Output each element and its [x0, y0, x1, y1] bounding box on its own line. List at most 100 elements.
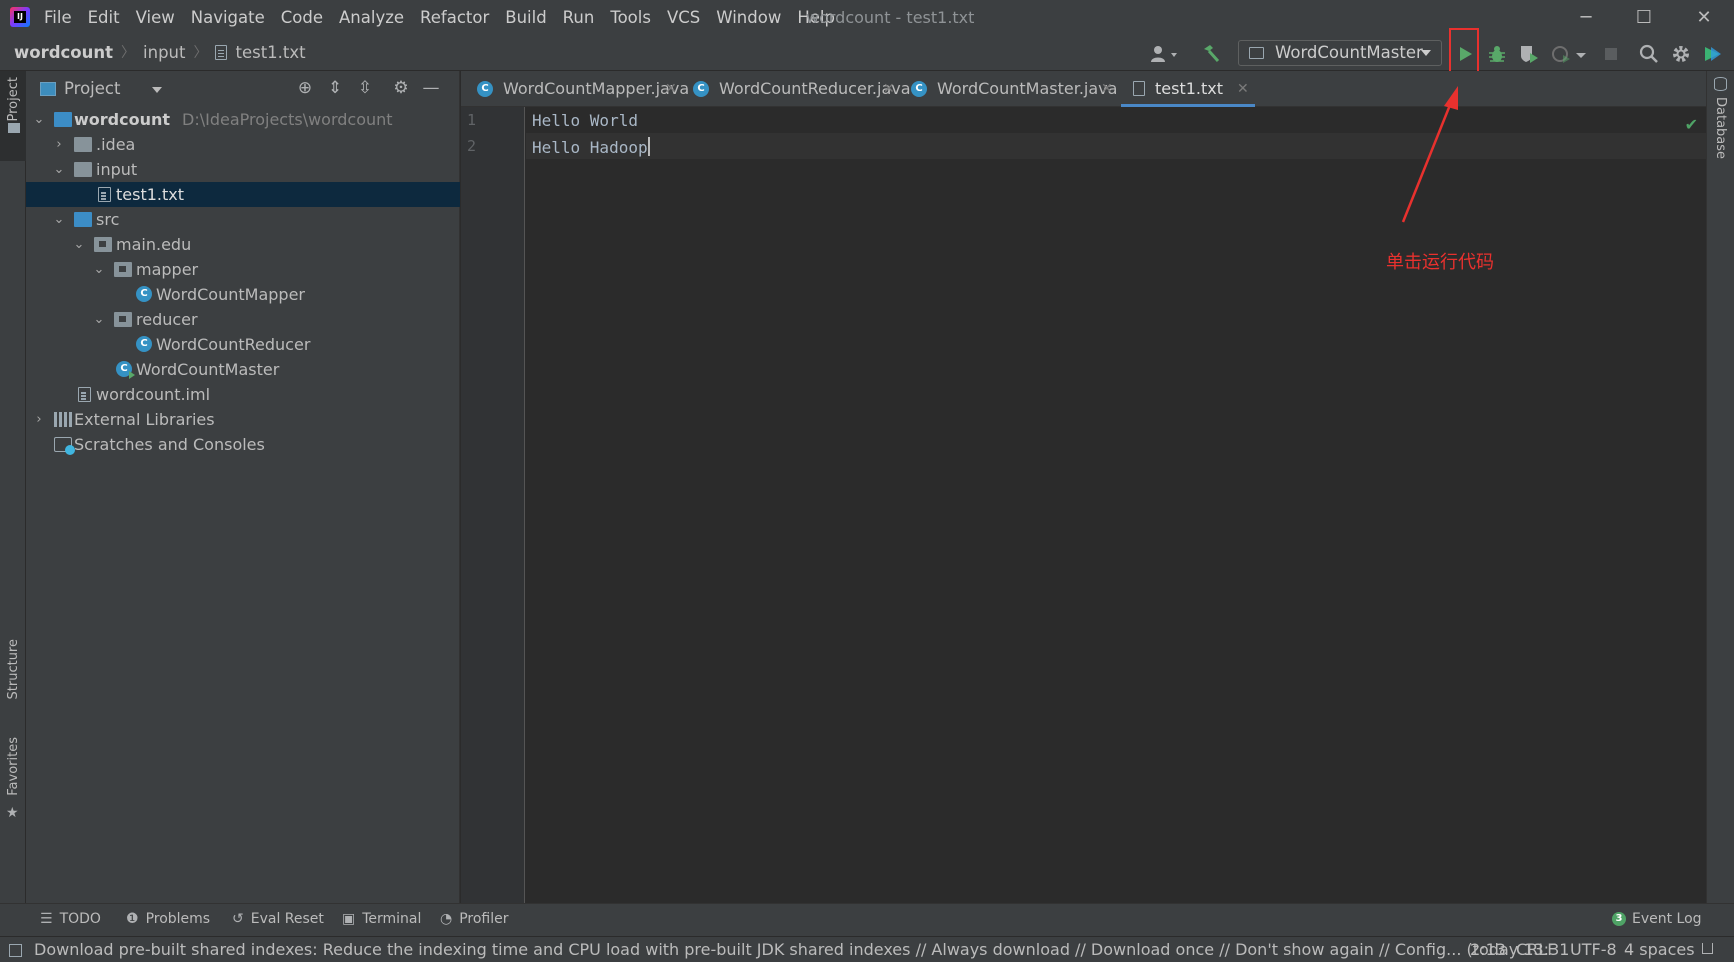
close-tab-icon[interactable]: ✕ — [1101, 71, 1113, 107]
tab-wordcountmaster[interactable]: C WordCountMaster.java ✕ — [905, 71, 1117, 107]
chevron-down-icon[interactable]: ⌄ — [32, 107, 46, 132]
minimize-button[interactable]: ─ — [1566, 4, 1606, 32]
close-window-button[interactable]: ✕ — [1684, 4, 1724, 32]
tree-node-project-root[interactable]: ⌄ wordcount D:\IdeaProjects\wordcount — [26, 107, 460, 132]
line-separator[interactable]: CRLF — [1516, 940, 1556, 959]
close-tab-icon[interactable]: ✕ — [665, 71, 677, 107]
problems-tool-button[interactable]: ❶ Problems — [126, 911, 210, 927]
project-tool-window-button[interactable]: Project — [0, 71, 26, 161]
maximize-button[interactable]: ☐ — [1624, 4, 1664, 32]
profile-icon[interactable] — [1550, 43, 1572, 65]
menu-edit[interactable]: Edit — [88, 7, 120, 29]
breadcrumb-project[interactable]: wordcount — [14, 43, 113, 62]
tree-node-wordcountmaster[interactable]: C WordCountMaster — [26, 357, 460, 382]
file-encoding[interactable]: UTF-8 — [1570, 940, 1617, 959]
debug-bug-icon[interactable] — [1486, 43, 1508, 65]
panel-settings-gear-icon[interactable]: ⚙ — [390, 77, 412, 99]
expand-all-icon[interactable]: ⇕ — [324, 77, 346, 99]
chevron-down-icon[interactable]: ⌄ — [92, 307, 106, 332]
search-icon[interactable] — [1638, 43, 1660, 65]
tree-node-wordcountmapper[interactable]: C WordCountMapper — [26, 282, 460, 307]
build-hammer-icon[interactable] — [1200, 43, 1222, 65]
profiler-tool-button[interactable]: ◔ Profiler — [440, 911, 509, 927]
breadcrumb-file[interactable]: test1.txt — [235, 43, 305, 62]
menu-build[interactable]: Build — [505, 7, 546, 29]
chevron-down-icon[interactable]: ⌄ — [52, 157, 66, 182]
tab-test1-txt[interactable]: test1.txt ✕ — [1121, 71, 1255, 107]
more-run-options-chevron-icon[interactable] — [1574, 43, 1588, 65]
tree-node-scratches[interactable]: Scratches and Consoles — [26, 432, 460, 457]
settings-gear-icon[interactable] — [1670, 43, 1692, 65]
scratches-icon — [54, 437, 75, 455]
breadcrumb-folder[interactable]: input — [143, 43, 185, 62]
menu-navigate[interactable]: Navigate — [191, 7, 265, 29]
code-editor[interactable]: Hello World Hello Hadoop ✔ — [526, 107, 1706, 903]
hide-panel-icon[interactable]: — — [420, 77, 442, 99]
menu-view[interactable]: View — [136, 7, 175, 29]
structure-strip-label: Structure — [6, 639, 21, 700]
database-tool-window-button[interactable]: Database — [1707, 71, 1734, 161]
collapse-all-icon[interactable]: ⇳ — [354, 77, 376, 99]
menu-code[interactable]: Code — [281, 7, 323, 29]
tree-node-wordcountreducer[interactable]: C WordCountReducer — [26, 332, 460, 357]
terminal-tool-button[interactable]: ▣ Terminal — [342, 911, 421, 927]
menu-run[interactable]: Run — [563, 7, 595, 29]
indent-setting[interactable]: 4 spaces — [1624, 940, 1695, 959]
tree-node-reducer[interactable]: ⌄ reducer — [26, 307, 460, 332]
todo-tool-button[interactable]: ☰ TODO — [40, 911, 101, 927]
tree-node-idea[interactable]: › .idea — [26, 132, 460, 157]
close-tab-icon[interactable]: ✕ — [883, 71, 895, 107]
jetbrains-toolbox-icon[interactable] — [1702, 43, 1724, 65]
chevron-down-icon[interactable]: ⌄ — [52, 207, 66, 232]
locate-file-icon[interactable]: ⊕ — [294, 77, 316, 99]
structure-tool-window-button[interactable]: Structure — [0, 639, 26, 719]
caret-position[interactable]: 2:13 — [1470, 940, 1506, 959]
project-folder-icon — [54, 112, 72, 127]
chevron-down-icon[interactable]: ⌄ — [72, 232, 86, 257]
chevron-down-icon[interactable]: ⌄ — [92, 257, 106, 282]
tab-wordcountreducer[interactable]: C WordCountReducer.java ✕ — [687, 71, 911, 107]
menu-window[interactable]: Window — [716, 7, 781, 29]
menu-tools[interactable]: Tools — [610, 7, 651, 29]
favorites-tool-window-button[interactable]: Favorites ★ — [0, 737, 26, 827]
stop-icon[interactable] — [1600, 43, 1622, 65]
chevron-right-icon[interactable]: › — [32, 407, 46, 432]
run-with-coverage-icon[interactable] — [1518, 43, 1540, 65]
code-line-1[interactable]: Hello World — [532, 111, 638, 130]
tree-node-mapper[interactable]: ⌄ mapper — [26, 257, 460, 282]
tree-node-input[interactable]: ⌄ input — [26, 157, 460, 182]
folder-icon — [8, 123, 20, 133]
project-panel-title[interactable]: Project — [64, 79, 120, 98]
account-icon[interactable] — [1148, 43, 1182, 65]
eval-reset-tool-button[interactable]: ↺ Eval Reset — [232, 911, 324, 927]
tab-wordcountmapper[interactable]: C WordCountMapper.java ✕ — [471, 71, 689, 107]
folder-icon — [74, 137, 92, 152]
code-line-2-text: Hello Hadoop — [532, 138, 648, 157]
line-number-gutter: 1 2 — [461, 107, 525, 903]
chevron-right-icon[interactable]: › — [52, 132, 66, 157]
inspection-ok-check-icon[interactable]: ✔ — [1685, 115, 1698, 134]
toggle-tool-windows-icon[interactable] — [9, 944, 22, 957]
menu-vcs[interactable]: VCS — [667, 7, 700, 29]
tree-node-main-edu[interactable]: ⌄ main.edu — [26, 232, 460, 257]
window-title: wordcount - test1.txt — [806, 8, 975, 27]
chevron-down-icon[interactable] — [152, 87, 162, 93]
lock-icon[interactable] — [1702, 943, 1713, 954]
code-line-2[interactable]: Hello Hadoop — [532, 137, 650, 157]
run-configuration-select[interactable]: WordCountMaster — [1238, 40, 1442, 66]
tree-node-wordcount-iml[interactable]: wordcount.iml — [26, 382, 460, 407]
warning-icon: ❶ — [126, 911, 139, 927]
package-icon — [114, 262, 132, 277]
menu-analyze[interactable]: Analyze — [339, 7, 404, 29]
runnable-class-icon: C — [116, 361, 135, 379]
tree-node-external-libraries[interactable]: › External Libraries — [26, 407, 460, 432]
menu-file[interactable]: File — [44, 7, 72, 29]
tree-node-test1-txt[interactable]: test1.txt — [26, 182, 460, 207]
status-bar: Download pre-built shared indexes: Reduc… — [0, 936, 1734, 962]
status-message[interactable]: Download pre-built shared indexes: Reduc… — [34, 940, 1569, 959]
close-tab-icon[interactable]: ✕ — [1237, 71, 1249, 107]
menu-refactor[interactable]: Refactor — [420, 7, 489, 29]
tree-node-src[interactable]: ⌄ src — [26, 207, 460, 232]
list-icon: ☰ — [40, 911, 53, 927]
event-log-button[interactable]: 3 Event Log — [1612, 911, 1702, 927]
